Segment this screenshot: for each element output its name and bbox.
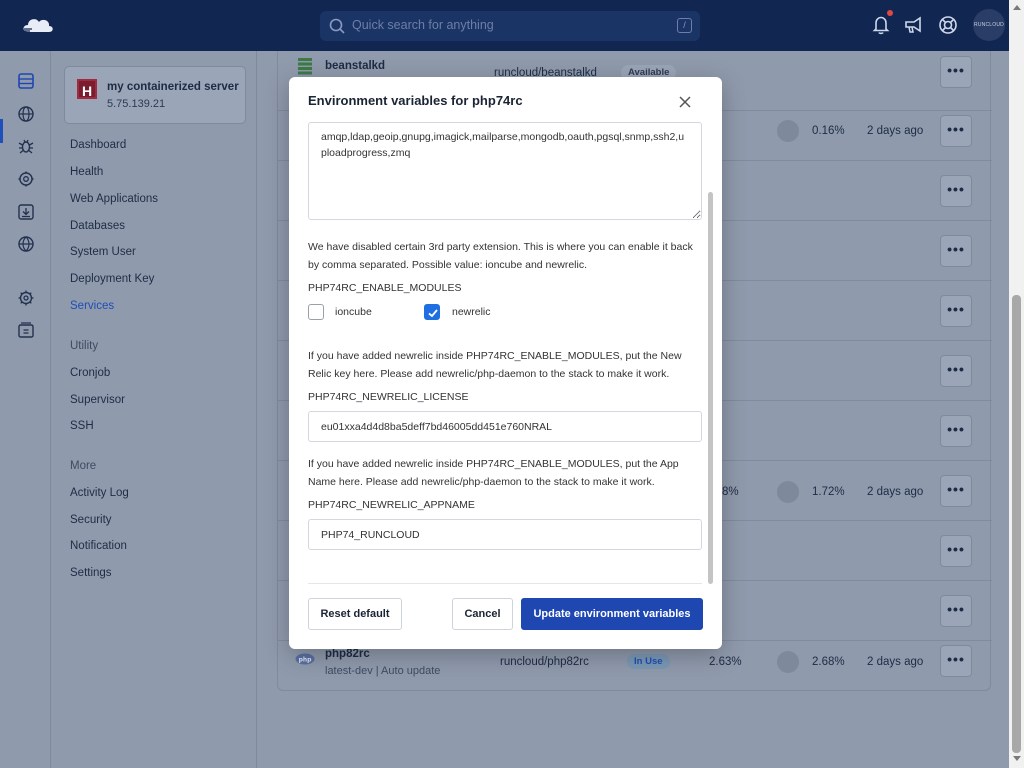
row-menu-button[interactable]: ••• bbox=[940, 295, 972, 327]
reset-default-button[interactable]: Reset default bbox=[308, 598, 402, 630]
ioncube-checkbox[interactable] bbox=[308, 304, 324, 320]
row-menu-button[interactable]: ••• bbox=[940, 645, 972, 677]
row-menu-button[interactable]: ••• bbox=[940, 56, 972, 88]
settings-gear-icon[interactable] bbox=[17, 289, 35, 307]
check-icon bbox=[428, 309, 438, 318]
ioncube-label[interactable]: ioncube bbox=[335, 306, 372, 318]
nav-web-applications[interactable]: Web Applications bbox=[70, 193, 158, 205]
memory-usage: 0.16% bbox=[812, 125, 845, 137]
service-image: runcloud/php82rc bbox=[500, 656, 589, 668]
modal-title: Environment variables for php74rc bbox=[308, 93, 523, 108]
nav-health[interactable]: Health bbox=[70, 166, 103, 178]
memory-usage: 1.72% bbox=[812, 486, 845, 498]
top-bar: Quick search for anything / RUNCLOUD bbox=[0, 0, 1009, 51]
nav-settings[interactable]: Settings bbox=[70, 567, 112, 579]
extensions-textarea[interactable]: amqp,ldap,geoip,gnupg,imagick,mailparse,… bbox=[308, 122, 702, 220]
cancel-button[interactable]: Cancel bbox=[452, 598, 513, 630]
bug-icon[interactable] bbox=[17, 137, 35, 155]
updated-at: 2 days ago bbox=[867, 656, 924, 668]
php-icon: php bbox=[295, 653, 315, 665]
modal-divider bbox=[308, 583, 702, 584]
page-scrollbar[interactable] bbox=[1009, 0, 1024, 768]
globe-icon[interactable] bbox=[17, 105, 35, 123]
scroll-down-arrow-icon[interactable] bbox=[1013, 756, 1021, 761]
newrelic-label[interactable]: newrelic bbox=[452, 306, 491, 318]
server-name: my containerized server bbox=[107, 81, 239, 93]
bell-icon[interactable] bbox=[870, 14, 892, 36]
nav-heading-utility: Utility bbox=[70, 340, 99, 352]
usage-ring bbox=[777, 481, 799, 503]
status-badge: In Use bbox=[627, 654, 670, 669]
update-env-button[interactable]: Update environment variables bbox=[521, 598, 703, 630]
row-menu-button[interactable]: ••• bbox=[940, 595, 972, 627]
shield-gear-icon[interactable] bbox=[17, 170, 35, 188]
server-ip: 5.75.139.21 bbox=[107, 98, 166, 110]
modal-scroll-thumb[interactable] bbox=[708, 192, 713, 584]
scroll-up-arrow-icon[interactable] bbox=[1013, 5, 1021, 10]
enable-modules-label: PHP74RC_ENABLE_MODULES bbox=[308, 282, 462, 294]
server-icon[interactable] bbox=[17, 72, 35, 90]
runcloud-logo-icon[interactable] bbox=[20, 14, 56, 36]
server-logo-icon: H bbox=[77, 79, 97, 99]
nav-security[interactable]: Security bbox=[70, 514, 112, 526]
service-version: latest-dev | Auto update bbox=[325, 665, 441, 677]
search-placeholder: Quick search for anything bbox=[352, 18, 494, 32]
nav-dashboard[interactable]: Dashboard bbox=[70, 139, 126, 151]
scroll-thumb[interactable] bbox=[1012, 295, 1021, 753]
server-card[interactable]: H my containerized server 5.75.139.21 bbox=[64, 66, 246, 124]
env-variables-modal: Environment variables for php74rc amqp,l… bbox=[289, 77, 722, 649]
memory-usage: 2.68% bbox=[812, 656, 845, 668]
archive-icon[interactable] bbox=[17, 321, 35, 339]
nav-cronjob[interactable]: Cronjob bbox=[70, 367, 110, 379]
enable-modules-help: We have disabled certain 3rd party exten… bbox=[308, 241, 693, 271]
quick-search[interactable]: Quick search for anything / bbox=[320, 11, 700, 41]
nav-ssh[interactable]: SSH bbox=[70, 420, 94, 432]
row-menu-button[interactable]: ••• bbox=[940, 535, 972, 567]
nav-system-user[interactable]: System User bbox=[70, 246, 136, 258]
newrelic-license-label: PHP74RC_NEWRELIC_LICENSE bbox=[308, 391, 469, 403]
network-globe-icon[interactable] bbox=[17, 235, 35, 253]
newrelic-appname-label: PHP74RC_NEWRELIC_APPNAME bbox=[308, 499, 475, 511]
svg-text:php: php bbox=[299, 656, 313, 663]
user-avatar[interactable]: RUNCLOUD bbox=[973, 9, 1005, 41]
close-icon[interactable] bbox=[678, 95, 692, 109]
search-icon bbox=[329, 18, 345, 34]
newrelic-appname-help: If you have added newrelic inside PHP74R… bbox=[308, 458, 679, 488]
row-menu-button[interactable]: ••• bbox=[940, 475, 972, 507]
updated-at: 2 days ago bbox=[867, 125, 924, 137]
cpu-usage: 8% bbox=[722, 486, 739, 498]
updated-at: 2 days ago bbox=[867, 486, 924, 498]
search-shortcut: / bbox=[677, 18, 692, 33]
notification-dot bbox=[887, 10, 893, 16]
newrelic-checkbox[interactable] bbox=[424, 304, 440, 320]
row-menu-button[interactable]: ••• bbox=[940, 355, 972, 387]
beanstalk-icon bbox=[298, 58, 312, 75]
rail-active-indicator bbox=[0, 119, 3, 143]
help-lifebuoy-icon[interactable] bbox=[937, 14, 959, 36]
row-menu-button[interactable]: ••• bbox=[940, 175, 972, 207]
cpu-usage: 2.63% bbox=[709, 656, 742, 668]
nav-services[interactable]: Services bbox=[70, 300, 114, 312]
usage-ring bbox=[777, 651, 799, 673]
newrelic-license-help: If you have added newrelic inside PHP74R… bbox=[308, 350, 682, 380]
usage-ring bbox=[777, 120, 799, 142]
nav-heading-more: More bbox=[70, 460, 97, 472]
row-menu-button[interactable]: ••• bbox=[940, 415, 972, 447]
nav-supervisor[interactable]: Supervisor bbox=[70, 394, 125, 406]
row-menu-button[interactable]: ••• bbox=[940, 115, 972, 147]
service-name: php82rc bbox=[325, 648, 370, 660]
nav-activity-log[interactable]: Activity Log bbox=[70, 487, 129, 499]
newrelic-license-input[interactable] bbox=[308, 411, 702, 442]
modal-scrollbar[interactable] bbox=[708, 192, 715, 584]
megaphone-icon[interactable] bbox=[903, 14, 925, 36]
download-box-icon[interactable] bbox=[17, 203, 35, 221]
row-menu-button[interactable]: ••• bbox=[940, 235, 972, 267]
nav-notification[interactable]: Notification bbox=[70, 540, 127, 552]
nav-deployment-key[interactable]: Deployment Key bbox=[70, 273, 154, 285]
icon-rail bbox=[0, 51, 51, 768]
newrelic-appname-input[interactable] bbox=[308, 519, 702, 550]
nav-databases[interactable]: Databases bbox=[70, 220, 125, 232]
server-sidebar: H my containerized server 5.75.139.21 Da… bbox=[52, 51, 257, 768]
service-name: beanstalkd bbox=[325, 60, 386, 72]
